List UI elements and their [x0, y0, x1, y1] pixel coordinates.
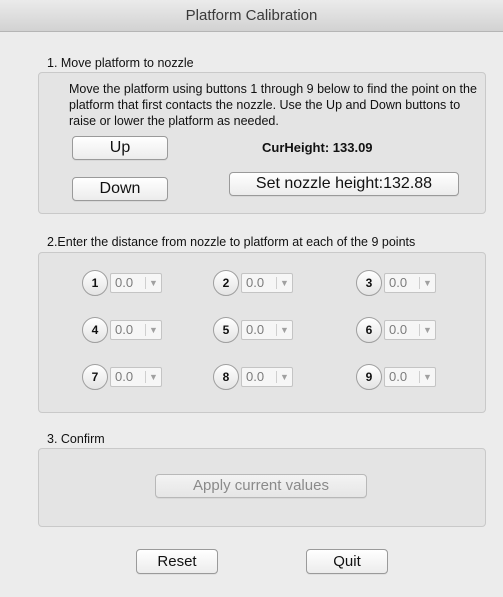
chevron-down-icon: ▼	[280, 278, 289, 288]
point-6-button[interactable]: 6	[356, 317, 382, 343]
point-3-button[interactable]: 3	[356, 270, 382, 296]
chevron-down-icon: ▼	[423, 325, 432, 335]
current-height-label: CurHeight: 133.09	[262, 140, 373, 155]
section-2-label: 2.Enter the distance from nozzle to plat…	[47, 235, 416, 249]
set-nozzle-height-button[interactable]: Set nozzle height:132.88	[229, 172, 459, 196]
point-1-combo[interactable]: 0.0 ▼	[110, 273, 162, 293]
point-4-value: 0.0	[115, 322, 134, 337]
point-9-combo[interactable]: 0.0 ▼	[384, 367, 436, 387]
point-2-value: 0.0	[246, 275, 265, 290]
section-3-label: 3. Confirm	[47, 432, 105, 446]
chevron-down-icon: ▼	[423, 278, 432, 288]
point-9-button[interactable]: 9	[356, 364, 382, 390]
chevron-down-icon: ▼	[149, 278, 158, 288]
point-7-combo[interactable]: 0.0 ▼	[110, 367, 162, 387]
point-7-value: 0.0	[115, 369, 134, 384]
point-4-button[interactable]: 4	[82, 317, 108, 343]
point-8-button[interactable]: 8	[213, 364, 239, 390]
chevron-down-icon: ▼	[149, 372, 158, 382]
combo-divider	[145, 324, 146, 336]
combo-divider	[419, 324, 420, 336]
point-8-value: 0.0	[246, 369, 265, 384]
chevron-down-icon: ▼	[280, 372, 289, 382]
quit-button[interactable]: Quit	[306, 549, 388, 574]
combo-divider	[145, 371, 146, 383]
point-3-combo[interactable]: 0.0 ▼	[384, 273, 436, 293]
combo-divider	[145, 277, 146, 289]
apply-current-values-button[interactable]: Apply current values	[155, 474, 367, 498]
point-1-value: 0.0	[115, 275, 134, 290]
up-button[interactable]: Up	[72, 136, 168, 160]
window-title: Platform Calibration	[0, 0, 503, 32]
combo-divider	[276, 371, 277, 383]
point-2-button[interactable]: 2	[213, 270, 239, 296]
point-9-value: 0.0	[389, 369, 408, 384]
chevron-down-icon: ▼	[423, 372, 432, 382]
point-4-combo[interactable]: 0.0 ▼	[110, 320, 162, 340]
chevron-down-icon: ▼	[280, 325, 289, 335]
point-5-value: 0.0	[246, 322, 265, 337]
chevron-down-icon: ▼	[149, 325, 158, 335]
point-3-value: 0.0	[389, 275, 408, 290]
point-8-combo[interactable]: 0.0 ▼	[241, 367, 293, 387]
combo-divider	[419, 277, 420, 289]
point-6-combo[interactable]: 0.0 ▼	[384, 320, 436, 340]
reset-button[interactable]: Reset	[136, 549, 218, 574]
combo-divider	[276, 324, 277, 336]
point-5-combo[interactable]: 0.0 ▼	[241, 320, 293, 340]
down-button[interactable]: Down	[72, 177, 168, 201]
point-5-button[interactable]: 5	[213, 317, 239, 343]
point-7-button[interactable]: 7	[82, 364, 108, 390]
point-1-button[interactable]: 1	[82, 270, 108, 296]
combo-divider	[419, 371, 420, 383]
instructions-text: Move the platform using buttons 1 throug…	[69, 82, 477, 128]
point-2-combo[interactable]: 0.0 ▼	[241, 273, 293, 293]
section-1-label: 1. Move platform to nozzle	[47, 56, 194, 70]
point-6-value: 0.0	[389, 322, 408, 337]
combo-divider	[276, 277, 277, 289]
